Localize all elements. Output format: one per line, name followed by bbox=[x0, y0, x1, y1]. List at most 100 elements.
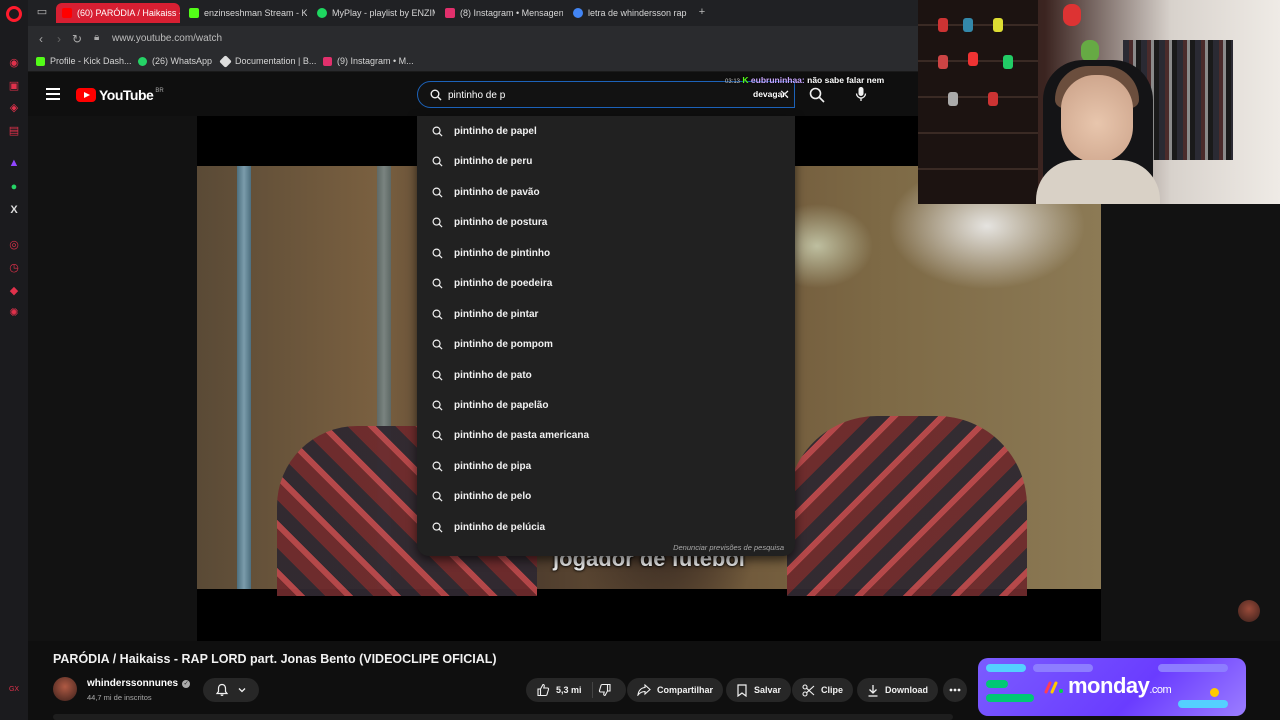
back-icon[interactable]: ‹ bbox=[34, 32, 48, 46]
search-icon bbox=[432, 491, 443, 502]
tab-instagram[interactable]: (8) Instagram • Mensagen bbox=[439, 3, 563, 23]
bookmarks-bar: Profile - Kick Dash... (26) WhatsApp Doc… bbox=[28, 52, 918, 72]
like-icon[interactable] bbox=[536, 683, 550, 697]
youtube-logo[interactable]: YouTube BR bbox=[76, 87, 164, 103]
search-icon bbox=[432, 522, 443, 533]
opera-logo-icon[interactable] bbox=[6, 6, 22, 22]
like-dislike-group: 5,3 mi bbox=[526, 678, 626, 702]
menu-icon[interactable] bbox=[46, 88, 60, 100]
more-actions-button[interactable] bbox=[943, 678, 967, 702]
suggestion-item[interactable]: pintinho de pavão bbox=[417, 178, 795, 208]
dislike-icon[interactable] bbox=[598, 683, 612, 697]
download-button[interactable]: Download bbox=[857, 678, 938, 702]
suggestion-item[interactable]: pintinho de pelúcia bbox=[417, 513, 795, 543]
monday-logo-icon bbox=[1044, 681, 1063, 694]
suggestion-item[interactable]: pintinho de papel bbox=[417, 117, 795, 147]
new-tab-button[interactable]: + bbox=[696, 6, 708, 18]
description-box[interactable] bbox=[53, 714, 953, 720]
like-count[interactable]: 5,3 mi bbox=[556, 685, 582, 695]
clip-button[interactable]: Clipe bbox=[792, 678, 854, 702]
youtube-play-icon bbox=[76, 88, 96, 102]
search-icon bbox=[432, 187, 443, 198]
history-icon[interactable]: ◷ bbox=[7, 260, 21, 274]
subscriber-count: 44,7 mi de inscritos bbox=[87, 693, 152, 702]
search-icon bbox=[432, 156, 443, 167]
suggestion-item[interactable]: pintinho de papelão bbox=[417, 391, 795, 421]
aria-icon[interactable]: ◉ bbox=[7, 55, 21, 69]
suggestion-item[interactable]: pintinho de peru bbox=[417, 147, 795, 177]
search-icon bbox=[432, 430, 443, 441]
search-icon bbox=[432, 126, 443, 137]
google-favicon-icon bbox=[573, 8, 583, 18]
share-button[interactable]: Compartilhar bbox=[627, 678, 724, 702]
search-icon bbox=[432, 217, 443, 228]
tab-kick[interactable]: enzinseshman Stream - K bbox=[183, 3, 307, 23]
instagram-bookmark-icon bbox=[323, 56, 332, 66]
download-icon bbox=[868, 684, 878, 697]
spotify-favicon-icon bbox=[317, 8, 327, 18]
streamer-webcam bbox=[918, 0, 1280, 204]
channel-avatar[interactable] bbox=[53, 677, 77, 701]
channel-name[interactable]: whinderssonnunes ✓ bbox=[87, 678, 191, 689]
pinboard-icon[interactable]: ◆ bbox=[7, 283, 21, 297]
forward-icon[interactable]: › bbox=[52, 32, 66, 46]
suggestion-item[interactable]: pintinho de pintar bbox=[417, 300, 795, 330]
messenger-icon[interactable]: ◈ bbox=[7, 100, 21, 114]
suggestion-item[interactable]: pintinho de pelo bbox=[417, 482, 795, 512]
tab-google[interactable]: letra de whindersson rap bbox=[567, 3, 691, 23]
reload-icon[interactable]: ↻ bbox=[70, 32, 84, 46]
crypto-icon[interactable]: ▣ bbox=[7, 78, 21, 92]
tab-myplay[interactable]: MyPlay - playlist by ENZIM bbox=[311, 3, 435, 23]
video-title: PARÓDIA / Haikaiss - RAP LORD part. Jona… bbox=[53, 652, 497, 666]
kick-icon bbox=[36, 56, 45, 66]
url-field[interactable]: www.youtube.com/watch bbox=[112, 33, 222, 44]
tab-bar: ▭ (60) PARÓDIA / Haikaiss - enzinseshman… bbox=[28, 0, 918, 26]
bookmark-documentation[interactable]: Documentation | B... bbox=[219, 54, 316, 68]
kick-badge-icon: K bbox=[742, 75, 749, 85]
search-icon bbox=[432, 461, 443, 472]
bookmark-whatsapp[interactable]: (26) WhatsApp bbox=[138, 56, 212, 66]
instagram-favicon-icon bbox=[445, 8, 455, 18]
gx-icon[interactable]: GX bbox=[7, 682, 21, 696]
report-predictions-link[interactable]: Denunciar previsões de pesquisa bbox=[673, 543, 784, 552]
stream-chat-message: 03:13 K eubruninhaa: não sabe falar nem … bbox=[725, 75, 885, 99]
kick-favicon-icon bbox=[189, 8, 199, 18]
settings-icon[interactable]: ✺ bbox=[7, 305, 21, 319]
suggestion-item[interactable]: pintinho de poedeira bbox=[417, 269, 795, 299]
opera-sidebar: ◉ ▣ ◈ ▤ ▲ ● X ◎ ◷ ◆ ✺ GX bbox=[0, 0, 28, 720]
tab-youtube[interactable]: (60) PARÓDIA / Haikaiss - bbox=[56, 3, 180, 23]
tab-menu-icon[interactable]: ▭ bbox=[36, 6, 48, 18]
suggestion-item[interactable]: pintinho de pintinho bbox=[417, 239, 795, 269]
player-icon[interactable]: ▤ bbox=[7, 123, 21, 137]
x-twitter-icon[interactable]: X bbox=[7, 203, 21, 217]
streamer-face bbox=[1061, 75, 1133, 163]
suggestion-item[interactable]: pintinho de postura bbox=[417, 208, 795, 238]
suggestion-item[interactable]: pintinho de pato bbox=[417, 361, 795, 391]
suggestion-item[interactable]: pintinho de pasta americana bbox=[417, 421, 795, 451]
chevron-down-icon bbox=[238, 688, 246, 693]
lock-icon: 🔒︎ bbox=[94, 32, 100, 43]
bookmark-save-icon bbox=[737, 683, 747, 697]
bookmark-instagram[interactable]: (9) Instagram • M... bbox=[323, 56, 414, 66]
search-suggestions: pintinho de papel pintinho de peru pinti… bbox=[417, 116, 795, 556]
share-icon bbox=[637, 684, 651, 696]
search-icon bbox=[432, 248, 443, 259]
whatsapp-icon[interactable]: ● bbox=[7, 180, 21, 194]
bookmark-kick[interactable]: Profile - Kick Dash... bbox=[36, 56, 132, 66]
whatsapp-bookmark-icon bbox=[138, 56, 147, 66]
channel-watermark[interactable] bbox=[1238, 600, 1260, 622]
search-icon bbox=[432, 309, 443, 320]
twitch-icon[interactable]: ▲ bbox=[7, 156, 21, 170]
monday-ad-banner[interactable]: monday.com bbox=[978, 658, 1246, 716]
suggestion-item[interactable]: pintinho de pipa bbox=[417, 452, 795, 482]
verified-icon: ✓ bbox=[182, 679, 191, 688]
documentation-icon bbox=[219, 54, 232, 68]
save-button[interactable]: Salvar bbox=[726, 678, 792, 702]
youtube-favicon-icon bbox=[62, 8, 72, 18]
more-horizontal-icon bbox=[949, 688, 961, 692]
search-input[interactable] bbox=[448, 87, 708, 103]
workspace-icon[interactable]: ◎ bbox=[7, 237, 21, 251]
subscription-bell-button[interactable] bbox=[203, 678, 259, 702]
bell-icon bbox=[215, 683, 229, 696]
suggestion-item[interactable]: pintinho de pompom bbox=[417, 330, 795, 360]
